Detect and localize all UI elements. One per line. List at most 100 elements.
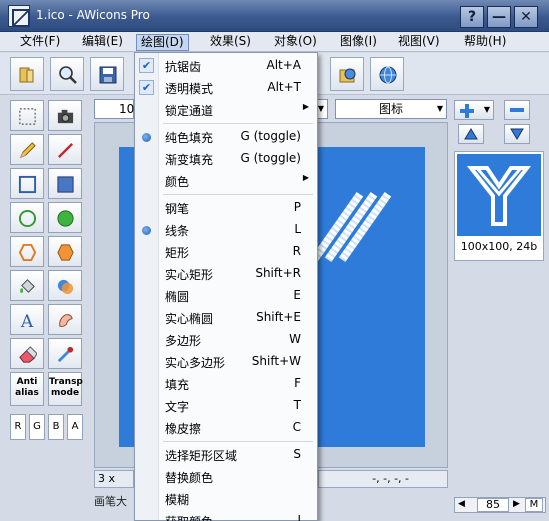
zoom-status: 3 x xyxy=(94,470,134,488)
menu-item-shortcut: F xyxy=(294,376,301,390)
page-number[interactable]: 85 xyxy=(477,498,509,512)
channel-g-button[interactable]: G xyxy=(29,414,45,440)
move-up-button[interactable] xyxy=(458,124,484,144)
open-file-button[interactable] xyxy=(330,57,364,91)
camera-tool[interactable] xyxy=(48,100,82,131)
menu-item[interactable]: 多边形 W xyxy=(135,329,317,351)
smudge-icon xyxy=(59,314,73,327)
menu-draw[interactable]: 绘图(D) xyxy=(136,34,189,51)
zoom-select[interactable]: 100 xyxy=(94,99,142,119)
ellipse-tool[interactable] xyxy=(10,202,44,233)
text-tool[interactable]: A xyxy=(10,304,44,335)
page-scrollbar[interactable]: ◀ 85 ▶ M xyxy=(454,497,546,513)
open-folder-button[interactable] xyxy=(10,57,44,91)
chevron-down-icon: ▼ xyxy=(483,105,490,114)
polygon-tool[interactable] xyxy=(10,236,44,267)
transparent-mode-toggle[interactable]: Transp mode xyxy=(48,372,83,406)
marquee-select-tool[interactable] xyxy=(10,100,44,131)
filled-ellipse-tool[interactable] xyxy=(48,202,82,233)
menu-item[interactable]: 获取颜色 I xyxy=(135,510,317,521)
camera-icon xyxy=(57,109,74,124)
save-icon xyxy=(99,66,117,84)
menu-item[interactable]: 渐变填充 G (toggle) xyxy=(135,148,317,170)
minimize-button[interactable]: — xyxy=(487,6,511,28)
eraser-tool[interactable] xyxy=(10,338,44,369)
menu-item[interactable]: 纯色填充 G (toggle) xyxy=(135,126,317,148)
move-down-button[interactable] xyxy=(504,124,530,144)
radio-bullet-icon xyxy=(142,133,151,142)
menu-item[interactable]: 锁定通道 ▶ xyxy=(135,99,317,121)
pencil-tool[interactable] xyxy=(10,134,44,165)
pencil-icon xyxy=(19,142,36,159)
image-thumbnail[interactable]: 100x100, 24b xyxy=(454,151,544,261)
page-mode-button[interactable]: M xyxy=(525,498,543,512)
arrow-down-icon xyxy=(510,128,524,140)
menu-object[interactable]: 对象(O) xyxy=(270,34,321,51)
scroll-right-icon[interactable]: ▶ xyxy=(513,499,520,509)
menu-item[interactable]: ✔ 透明模式 Alt+T xyxy=(135,77,317,99)
menu-item[interactable]: 矩形 R xyxy=(135,241,317,263)
menu-item-label: 实心多边形 xyxy=(165,356,226,370)
channel-a-button[interactable]: A xyxy=(67,414,83,440)
filled-polygon-tool[interactable] xyxy=(48,236,82,267)
menu-item[interactable]: 实心椭圆 Shift+E xyxy=(135,307,317,329)
menu-item[interactable]: 选择矩形区域 S xyxy=(135,444,317,466)
antialias-toggle[interactable]: Anti alias xyxy=(10,372,44,406)
menu-item[interactable]: 椭圆 E xyxy=(135,285,317,307)
menu-item[interactable]: 颜色 ▶ xyxy=(135,170,317,192)
menu-item-label: 矩形 xyxy=(165,246,190,260)
menu-item[interactable]: 线条 L xyxy=(135,219,317,241)
remove-image-button[interactable] xyxy=(504,100,530,120)
menu-item[interactable]: 文字 T xyxy=(135,395,317,417)
fill-bucket-tool[interactable] xyxy=(10,270,44,301)
submenu-arrow-icon: ▶ xyxy=(302,173,309,182)
save-button[interactable] xyxy=(90,57,124,91)
thumbnail-preview xyxy=(457,154,541,236)
menu-item-label: 多边形 xyxy=(165,334,202,348)
menu-edit[interactable]: 编辑(E) xyxy=(78,34,127,51)
menu-item-shortcut: G (toggle) xyxy=(240,151,301,165)
menu-item-label: 实心椭圆 xyxy=(165,312,214,326)
zoom-button[interactable] xyxy=(50,57,84,91)
close-button[interactable]: ✕ xyxy=(514,6,538,28)
menu-effects[interactable]: 效果(S) xyxy=(206,34,255,51)
channel-r-button[interactable]: R xyxy=(10,414,26,440)
filled-rectangle-tool[interactable] xyxy=(48,168,82,199)
menu-item[interactable]: 实心多边形 Shift+W xyxy=(135,351,317,373)
menu-item[interactable]: 填充 F xyxy=(135,373,317,395)
color-replace-tool[interactable] xyxy=(48,270,82,301)
globe-icon xyxy=(379,66,397,84)
menu-view[interactable]: 视图(V) xyxy=(394,34,444,51)
format-select[interactable]: 图标 ▼ xyxy=(335,99,447,119)
menu-help[interactable]: 帮助(H) xyxy=(460,34,510,51)
menu-item[interactable]: 橡皮擦 C xyxy=(135,417,317,439)
channel-b-button[interactable]: B xyxy=(48,414,64,440)
minus-icon xyxy=(510,108,524,112)
scroll-left-icon[interactable]: ◀ xyxy=(458,499,465,509)
menu-item[interactable]: 实心矩形 Shift+R xyxy=(135,263,317,285)
menu-item[interactable]: 钢笔 P xyxy=(135,197,317,219)
format-select-value: 图标 xyxy=(378,102,403,116)
web-button[interactable] xyxy=(370,57,404,91)
thumbnail-caption: 100x100, 24b xyxy=(460,240,538,253)
menu-separator xyxy=(163,194,313,195)
menu-item-shortcut: I xyxy=(297,513,301,521)
help-button[interactable]: ? xyxy=(460,6,484,28)
menu-separator xyxy=(163,441,313,442)
menu-item[interactable]: 模糊 xyxy=(135,488,317,510)
menu-item-label: 橡皮擦 xyxy=(165,422,202,436)
menu-item-label: 渐变填充 xyxy=(165,153,214,167)
menu-item[interactable]: 替换颜色 xyxy=(135,466,317,488)
menu-file[interactable]: 文件(F) xyxy=(16,34,64,51)
rectangle-tool[interactable] xyxy=(10,168,44,199)
menu-item-label: 获取颜色 xyxy=(165,513,213,521)
line-tool[interactable] xyxy=(48,134,82,165)
submenu-arrow-icon: ▶ xyxy=(302,102,309,111)
eyedropper-tool[interactable] xyxy=(48,338,82,369)
open-folder-icon xyxy=(19,67,34,83)
smudge-tool[interactable] xyxy=(48,304,82,335)
menu-image[interactable]: 图像(I) xyxy=(336,34,381,51)
add-image-button[interactable]: ▼ xyxy=(454,100,494,120)
menu-item-label: 纯色填充 xyxy=(165,131,214,145)
menu-item[interactable]: ✔ 抗锯齿 Alt+A xyxy=(135,55,317,77)
